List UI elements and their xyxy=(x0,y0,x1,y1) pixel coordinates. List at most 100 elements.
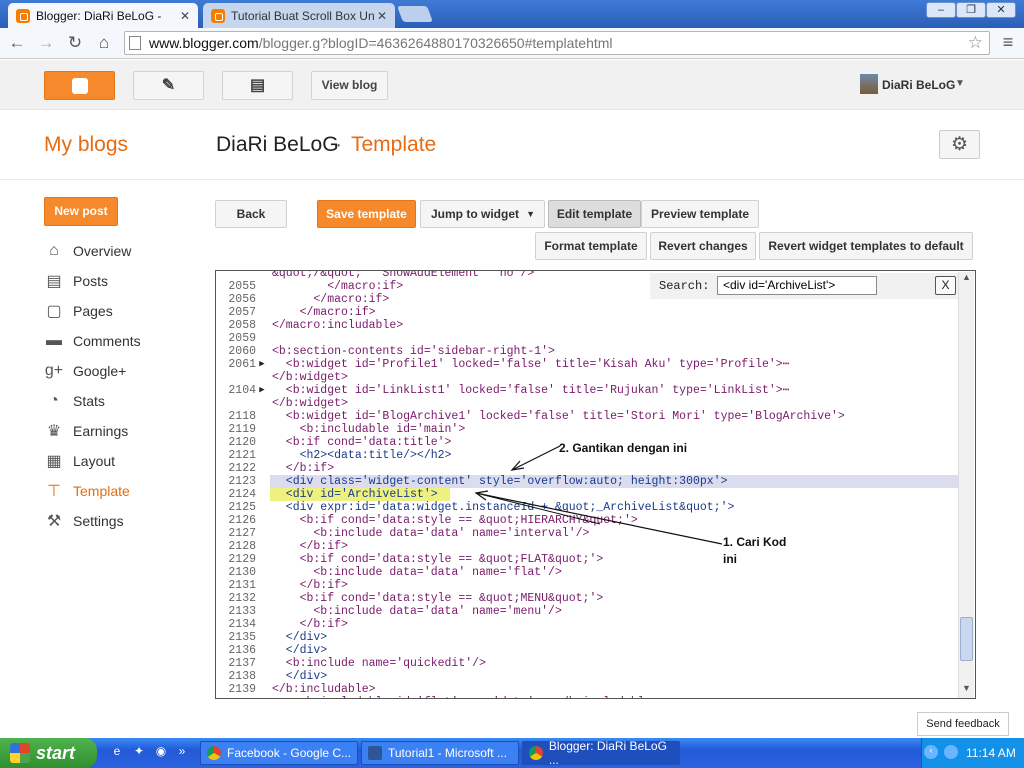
scroll-up-arrow-icon[interactable]: ▲ xyxy=(959,272,974,286)
my-blogs-link[interactable]: My blogs xyxy=(44,133,128,157)
network-icon[interactable] xyxy=(944,745,958,759)
save-template-button[interactable]: Save template xyxy=(317,200,416,228)
tray-expand-icon[interactable]: ‹ xyxy=(924,745,938,759)
code-text: <b:include data='data' name='interval'/> xyxy=(272,527,590,540)
sidebar-item-earnings[interactable]: ♛ Earnings xyxy=(44,419,128,443)
home-icon[interactable]: ⌂ xyxy=(92,32,116,54)
new-post-pencil-button[interactable]: ✎ xyxy=(133,71,204,100)
quicklaunch-more-icon[interactable]: » xyxy=(176,744,188,762)
browser-toolbar: ← → ↻ ⌂ www.blogger.com/blogger.g?blogID… xyxy=(0,28,1024,59)
new-tab-button[interactable] xyxy=(397,6,433,22)
caret-down-icon[interactable]: ▼ xyxy=(955,78,965,89)
tab-blogger[interactable]: Blogger: DiaRi BeLoG - ✕ xyxy=(8,3,198,28)
code-text: <div class='widget-content' style='overf… xyxy=(272,475,728,488)
view-blog-button[interactable]: View blog xyxy=(311,71,388,100)
line-number: 2133 xyxy=(228,605,256,618)
quicklaunch-icon[interactable]: ✦ xyxy=(130,744,148,762)
code-text: </b:widget> xyxy=(272,371,348,384)
settings-gear-button[interactable]: ⚙ xyxy=(939,130,980,159)
line-number: 2104 xyxy=(228,384,256,397)
scrollbar-thumb[interactable] xyxy=(960,617,973,661)
preview-template-button[interactable]: Preview template xyxy=(641,200,759,228)
fold-marker-icon[interactable]: ▶ xyxy=(256,384,268,397)
revert-widget-templates-button[interactable]: Revert widget templates to default xyxy=(759,232,973,260)
code-line: 2119 <b:includable id='main'> xyxy=(216,423,958,436)
line-number: 2057 xyxy=(228,306,256,319)
code-line: 2128 </b:if> xyxy=(216,540,958,553)
tab-close-icon[interactable]: ✕ xyxy=(178,9,192,23)
ie-icon[interactable]: e xyxy=(108,744,126,762)
search-close-button[interactable]: X xyxy=(935,276,956,295)
task-label: Blogger: DiaRi BeLoG ... xyxy=(548,739,667,767)
sidebar-item-label: Stats xyxy=(73,393,105,409)
fold-marker-icon[interactable]: ▶ xyxy=(256,358,268,371)
close-window-button[interactable]: ✕ xyxy=(986,2,1016,18)
code-line: 2132 <b:if cond='data:style == &quot;MEN… xyxy=(216,592,958,605)
sidebar-item-comments[interactable]: ▬ Comments xyxy=(44,329,141,353)
sidebar-item-template[interactable]: ⊤ Template xyxy=(44,479,130,503)
wrench-menu-icon[interactable]: ≡ xyxy=(998,32,1018,54)
reload-icon[interactable]: ↻ xyxy=(63,32,87,54)
start-button[interactable]: start xyxy=(0,738,97,768)
code-text: </macro:if> xyxy=(272,293,390,306)
clock: 11:14 AM xyxy=(966,746,1016,760)
revert-changes-button[interactable]: Revert changes xyxy=(650,232,756,260)
line-number: 2123 xyxy=(228,475,256,488)
line-number: 2136 xyxy=(228,644,256,657)
blogger-favicon-icon xyxy=(16,8,30,23)
sidebar-item-layout[interactable]: ▦ Layout xyxy=(44,449,115,473)
sidebar-item-stats[interactable]: ◔ Stats xyxy=(44,389,105,413)
media-player-icon[interactable]: ◉ xyxy=(152,744,170,762)
code-text: </b:includable> xyxy=(272,683,376,696)
code-text: <b:include name='quickedit'/> xyxy=(272,657,486,670)
sidebar-item-settings[interactable]: ⚒ Settings xyxy=(44,509,124,533)
windows-logo-icon xyxy=(10,743,30,763)
posts-list-button[interactable]: ▤ xyxy=(222,71,293,100)
sidebar-item-overview[interactable]: ⌂ Overview xyxy=(44,239,131,263)
jump-to-widget-dropdown[interactable]: Jump to widget ▼ xyxy=(420,200,545,228)
code-line: 2135 </div> xyxy=(216,631,958,644)
code-line: 2125 <div expr:id='data:widget.instanceI… xyxy=(216,501,958,514)
format-template-button[interactable]: Format template xyxy=(535,232,647,260)
forward-arrow-icon[interactable]: → xyxy=(34,32,58,54)
minimize-button[interactable]: – xyxy=(926,2,956,18)
line-number: 2129 xyxy=(228,553,256,566)
blog-name: DiaRi BeLoG xyxy=(216,133,339,156)
scroll-down-arrow-icon[interactable]: ▼ xyxy=(959,683,974,697)
code-text: <b:widget id='BlogArchive1' locked='fals… xyxy=(272,410,845,423)
annotation-step-1-cont: ini xyxy=(723,552,737,566)
back-arrow-icon[interactable]: ← xyxy=(5,32,29,54)
annotation-step-2: 2. Gantikan dengan ini xyxy=(559,441,688,455)
line-number: 2125 xyxy=(228,501,256,514)
code-text: <div expr:id='data:widget.instanceId + &… xyxy=(272,501,735,514)
code-line: 2126 <b:if cond='data:style == &quot;HIE… xyxy=(216,514,958,527)
task-blogger[interactable]: Blogger: DiaRi BeLoG ... xyxy=(522,739,680,767)
search-input[interactable]: <div id='ArchiveList'> xyxy=(717,276,877,295)
sidebar-item-posts[interactable]: ▤ Posts xyxy=(44,269,108,293)
edit-template-button[interactable]: Edit template xyxy=(548,200,641,228)
send-feedback-button[interactable]: Send feedback xyxy=(917,712,1009,736)
sidebar-item-pages[interactable]: ▢ Pages xyxy=(44,299,112,323)
code-line: 2138 </div> xyxy=(216,670,958,683)
user-name[interactable]: DiaRi BeLoG xyxy=(882,78,955,92)
avatar[interactable] xyxy=(860,74,878,94)
task-tutorial[interactable]: Tutorial1 - Microsoft ... xyxy=(361,741,519,765)
blogger-logo-icon xyxy=(71,77,88,94)
code-text: </b:if> xyxy=(272,462,335,475)
code-text: <b:section-contents id='sidebar-right-1'… xyxy=(272,345,555,358)
sidebar-item-google[interactable]: g+ Google+ xyxy=(44,359,126,383)
tab-close-icon[interactable]: ✕ xyxy=(375,9,389,23)
maximize-button[interactable]: ❐ xyxy=(956,2,986,18)
back-button[interactable]: Back xyxy=(215,200,287,228)
new-post-button[interactable]: New post xyxy=(44,197,118,226)
address-bar[interactable]: www.blogger.com/blogger.g?blogID=4636264… xyxy=(124,31,990,55)
blogger-logo-button[interactable] xyxy=(44,71,115,100)
task-facebook[interactable]: Facebook - Google C... xyxy=(200,741,358,765)
pencil-icon: ✎ xyxy=(161,77,176,94)
tab-tutorial[interactable]: Tutorial Buat Scroll Box Untul ✕ xyxy=(203,3,395,28)
bookmark-star-icon[interactable]: ☆ xyxy=(968,33,983,53)
code-line: 2136 </div> xyxy=(216,644,958,657)
line-number: 2056 xyxy=(228,293,256,306)
line-number: 2124 xyxy=(228,488,256,501)
code-editor[interactable]: &quot;/&quot;' 'ShowAddElement' 'no'/> 20… xyxy=(215,270,976,699)
